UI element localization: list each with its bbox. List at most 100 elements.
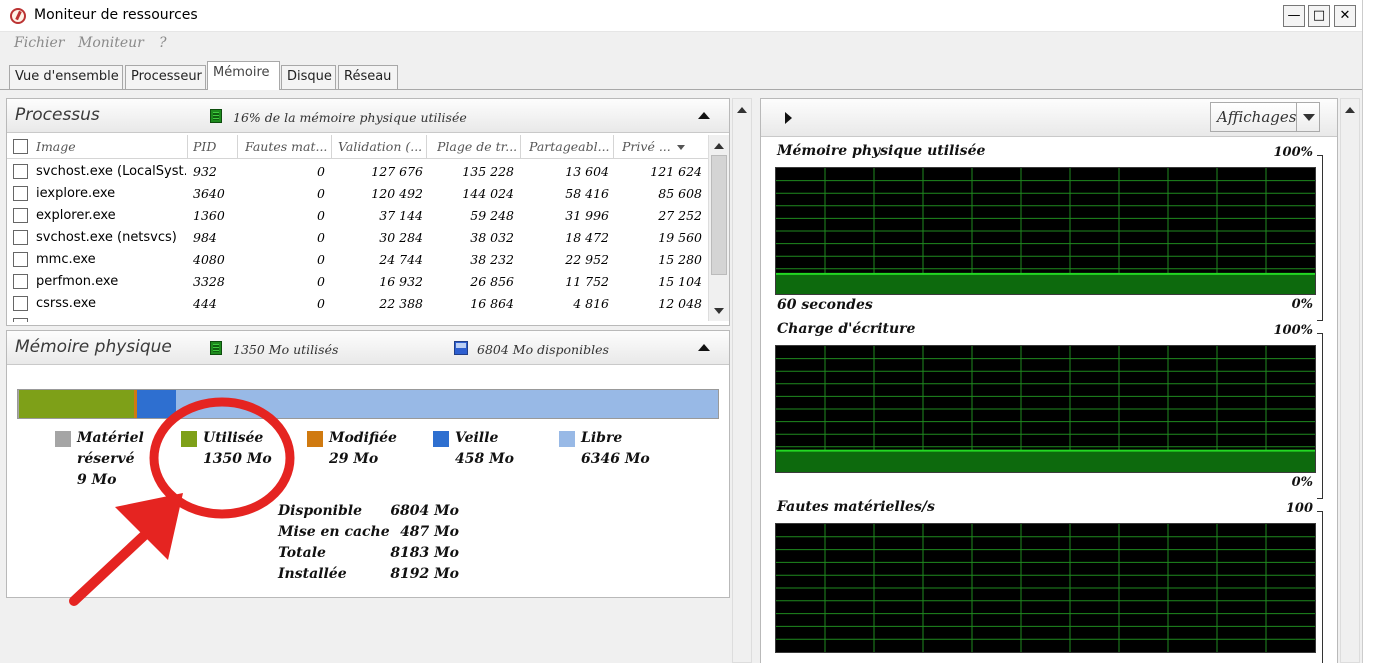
cell-working-set: 16 864 — [470, 296, 514, 311]
hard-faults-graph-plot — [775, 523, 1316, 653]
col-shareable[interactable]: Partageabl... — [529, 139, 613, 154]
processes-header[interactable]: Processus 16% de la mémoire physique uti… — [7, 99, 729, 133]
legend-swatch-free — [559, 431, 575, 447]
tab-network[interactable]: Réseau — [338, 65, 398, 89]
stat-value: 8192 Mo — [390, 566, 459, 582]
tab-processor[interactable]: Processeur — [125, 65, 206, 89]
stat-label: Installée — [278, 566, 347, 582]
col-image[interactable]: Image — [36, 139, 186, 154]
col-private[interactable]: Privé ... — [622, 139, 680, 154]
row-checkbox[interactable] — [13, 252, 28, 267]
left-pane-scrollbar[interactable] — [732, 98, 752, 663]
scroll-down-icon[interactable] — [714, 308, 724, 314]
row-checkbox[interactable] — [13, 274, 28, 289]
legend-swatch-standby — [433, 431, 449, 447]
table-row[interactable]: explorer.exe 1360 0 37 144 59 248 31 996 27 25… — [7, 205, 713, 227]
table-row[interactable]: svchost.exe (LocalSyst... 932 0 127 676 135 … — [7, 161, 713, 183]
cell-pid: 3328 — [193, 274, 225, 289]
cell-commit: 120 492 — [371, 186, 423, 201]
menu-fichier[interactable]: Fichier — [14, 35, 65, 51]
legend-standby-line: Veille — [455, 430, 499, 446]
physical-memory-header[interactable]: Mémoire physique 1350 Mo utilisés 6804 M… — [7, 331, 729, 365]
table-row[interactable]: csrss.exe 444 0 22 388 16 864 4 816 12 048 — [7, 293, 713, 315]
scroll-up-icon[interactable] — [714, 143, 724, 149]
close-button[interactable]: ✕ — [1334, 5, 1356, 27]
col-commit[interactable]: Validation (... — [338, 139, 424, 154]
col-pid[interactable]: PID — [193, 139, 237, 154]
graphs-panel: Affichages Mémoire physique utilisée 100%… — [760, 98, 1338, 663]
cell-working-set: 59 248 — [470, 208, 514, 223]
cell-shareable: 22 952 — [565, 252, 609, 267]
cell-private: 15 104 — [658, 274, 702, 289]
table-row[interactable]: mmc.exe 4080 0 24 744 38 232 22 952 15 280 — [7, 249, 713, 271]
cell-hard-faults: 0 — [317, 252, 325, 267]
row-checkbox[interactable] — [13, 296, 28, 311]
write-charge-graph-canvas — [776, 346, 1315, 472]
cell-commit: 16 932 — [379, 274, 423, 289]
work-area: Processus 16% de la mémoire physique uti… — [0, 90, 1362, 663]
scroll-up-icon[interactable] — [1345, 107, 1355, 113]
legend-modified-line: Modifiée — [329, 430, 397, 446]
collapse-arrow-icon[interactable] — [698, 344, 710, 351]
legend-standby-line: 458 Mo — [455, 451, 514, 467]
cell-working-set: 144 024 — [462, 186, 514, 201]
memory-usage-icon — [210, 109, 222, 123]
cell-image: svchost.exe (LocalSyst... — [36, 164, 186, 179]
right-pane-scrollbar[interactable] — [1340, 98, 1360, 663]
row-checkbox[interactable] — [13, 208, 28, 223]
physical-memory-graph-min: 0% — [1291, 297, 1313, 312]
scroll-thumb[interactable] — [711, 155, 727, 275]
memory-bar-segment-free — [175, 390, 718, 418]
table-row[interactable]: svchost.exe (netsvcs) 984 0 30 284 38 032 18 … — [7, 227, 713, 249]
table-row[interactable]: perfmon.exe 3328 0 16 932 26 856 11 752 15 104 — [7, 271, 713, 293]
minimize-button[interactable]: — — [1283, 5, 1305, 27]
collapse-arrow-icon[interactable] — [698, 112, 710, 119]
cell-hard-faults: 0 — [317, 274, 325, 289]
hard-faults-graph-title: Fautes matérielles/s — [777, 499, 935, 515]
physical-memory-graph-area — [776, 273, 1315, 294]
cell-pid: 932 — [193, 164, 217, 179]
row-checkbox[interactable] — [13, 164, 28, 179]
write-charge-graph-area — [776, 450, 1315, 472]
physical-memory-panel: Mémoire physique 1350 Mo utilisés 6804 M… — [6, 330, 730, 598]
tab-overview[interactable]: Vue d'ensemble — [9, 65, 123, 89]
title-bar: Moniteur de ressources — □ ✕ — [0, 0, 1362, 32]
cell-hard-faults: 0 — [317, 296, 325, 311]
views-dropdown-arrow-icon[interactable] — [1303, 114, 1315, 121]
cell-working-set: 135 228 — [462, 164, 514, 179]
maximize-button[interactable]: □ — [1308, 5, 1330, 27]
row-checkbox[interactable] — [13, 186, 28, 201]
tab-disk[interactable]: Disque — [281, 65, 336, 89]
views-dropdown[interactable]: Affichages — [1210, 102, 1320, 132]
select-all-checkbox[interactable] — [13, 139, 28, 154]
cell-image: mmc.exe — [36, 252, 96, 267]
write-charge-graph-title: Charge d'écriture — [777, 321, 916, 337]
write-charge-graph-axis-bracket — [1317, 333, 1323, 499]
cell-pid: 4080 — [193, 252, 225, 267]
cell-image: csrss.exe — [36, 296, 97, 311]
cell-shareable: 4 816 — [573, 296, 609, 311]
process-table-scrollbar[interactable] — [708, 135, 729, 321]
cell-pid: 3640 — [193, 186, 225, 201]
row-checkbox[interactable] — [13, 230, 28, 245]
menu-moniteur[interactable]: Moniteur — [78, 35, 144, 51]
menu-help[interactable]: ? — [159, 35, 167, 51]
col-working-set[interactable]: Plage de tr... — [437, 139, 519, 154]
legend-reserved: Matériel réservé 9 Mo — [77, 428, 144, 491]
cell-image: svchost.exe (netsvcs) — [36, 230, 177, 245]
tab-memory[interactable]: Mémoire — [207, 61, 280, 91]
row-checkbox[interactable] — [13, 318, 28, 322]
memory-usage-bar — [17, 389, 719, 419]
hard-faults-graph-axis-bracket — [1317, 511, 1323, 663]
physical-memory-title: Mémoire physique — [15, 337, 172, 357]
table-row[interactable]: iexplore.exe 3640 0 120 492 144 024 58 416 85 … — [7, 183, 713, 205]
scroll-up-icon[interactable] — [737, 107, 747, 113]
hard-faults-graph-max: 100 — [1285, 501, 1313, 516]
cell-hard-faults: 0 — [317, 164, 325, 179]
cell-pid: 984 — [193, 230, 217, 245]
expand-arrow-icon[interactable] — [785, 112, 792, 124]
physical-memory-graph-plot — [775, 167, 1316, 295]
window-title: Moniteur de ressources — [34, 7, 198, 23]
cell-shareable: 18 472 — [565, 230, 609, 245]
col-hard-faults[interactable]: Fautes mat... — [245, 139, 329, 154]
